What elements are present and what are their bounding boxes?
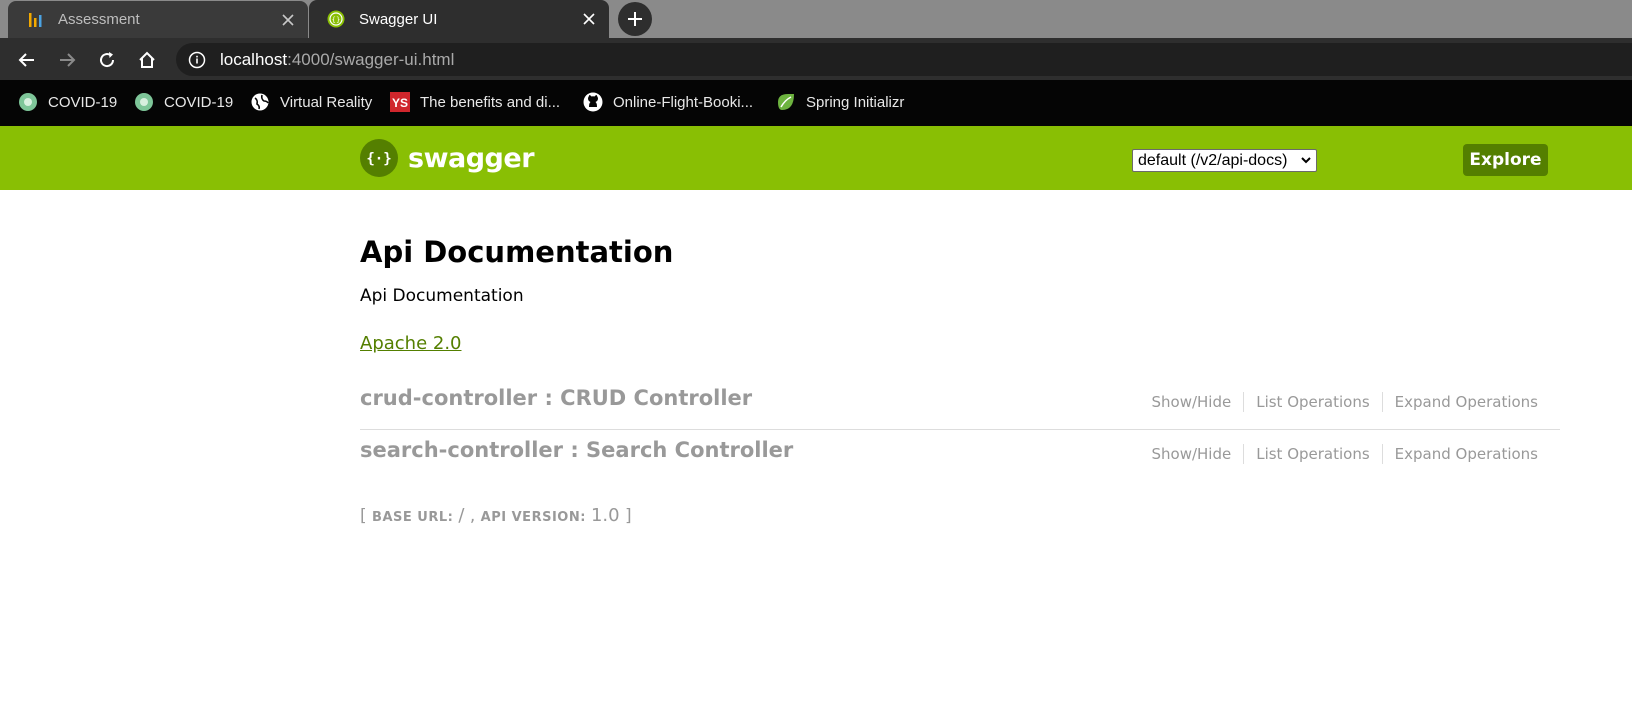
plus-icon [628, 12, 642, 26]
home-icon [139, 51, 155, 68]
spec-select-value: default (/v2/api-docs) [1138, 151, 1288, 169]
bookmark-spring-initializr[interactable]: Spring Initializr [776, 91, 904, 113]
assessment-favicon-icon [26, 11, 44, 29]
globe-icon [250, 92, 270, 112]
chevron-down-icon [1301, 157, 1311, 164]
api-description: Api Documentation [360, 286, 524, 306]
license-link[interactable]: Apache 2.0 [360, 333, 462, 354]
base-url-label: BASE URL [372, 510, 448, 525]
expand-operations-link[interactable]: Expand Operations [1383, 445, 1550, 463]
bracket-close: ] [625, 506, 632, 526]
tab-strip: Assessment {} Swagger UI [0, 0, 1632, 38]
bookmark-label: The benefits and di... [420, 93, 561, 111]
show-hide-link[interactable]: Show/Hide [1139, 393, 1243, 411]
bookmark-label: Spring Initializr [806, 93, 905, 111]
bookmark-covid-19-2[interactable]: COVID-19 [134, 91, 233, 113]
tab-title: Assessment [58, 11, 140, 28]
spec-select[interactable]: default (/v2/api-docs) [1132, 149, 1317, 172]
resource-title[interactable]: search-controller : Search Controller [360, 438, 793, 462]
bookmarks-bar: COVID-19 COVID-19 Virtual Reality YS The… [0, 80, 1632, 126]
resource-operations: Show/Hide List Operations Expand Operati… [1139, 444, 1550, 464]
resource-search-controller: search-controller : Search Controller Sh… [360, 438, 1560, 478]
home-button[interactable] [134, 47, 160, 73]
spring-icon [776, 92, 796, 112]
base-url-value: / [458, 505, 465, 526]
reload-button[interactable] [94, 47, 120, 73]
github-icon [583, 92, 603, 112]
reload-icon [100, 52, 115, 68]
base-url-info: [ BASE URL: / , API VERSION: 1.0 ] [360, 505, 632, 526]
svg-text:{·}: {·} [366, 151, 391, 167]
forward-arrow-icon [60, 53, 76, 67]
tab-swagger-ui[interactable]: {} Swagger UI [309, 0, 609, 38]
site-info-icon[interactable] [188, 51, 206, 69]
resource-title[interactable]: crud-controller : CRUD Controller [360, 386, 752, 410]
forward-button[interactable] [54, 47, 80, 73]
address-bar[interactable]: localhost:4000/swagger-ui.html [176, 43, 1632, 76]
bookmark-benefits[interactable]: YS The benefits and di... [390, 91, 560, 113]
explore-button[interactable]: Explore [1463, 144, 1548, 176]
bookmark-label: COVID-19 [48, 93, 118, 111]
svg-text:{}: {} [332, 16, 341, 24]
bookmark-online-flight[interactable]: Online-Flight-Booki... [583, 91, 753, 113]
swagger-logo-text: swagger [408, 142, 535, 174]
list-operations-link[interactable]: List Operations [1244, 445, 1381, 463]
swagger-logo-icon: {·} [360, 139, 398, 177]
new-tab-button[interactable] [618, 2, 652, 36]
api-version-label: API VERSION [480, 510, 581, 525]
browser-toolbar: localhost:4000/swagger-ui.html [0, 38, 1632, 80]
resource-crud-controller: crud-controller : CRUD Controller Show/H… [360, 386, 1560, 430]
bookmark-covid-19-1[interactable]: COVID-19 [18, 91, 117, 113]
url-host: localhost [220, 49, 288, 69]
bookmark-label: COVID-19 [164, 93, 234, 111]
tab-title: Swagger UI [359, 10, 438, 28]
bookmark-virtual-reality[interactable]: Virtual Reality [250, 91, 372, 113]
bookmark-label: Virtual Reality [280, 93, 373, 111]
back-button[interactable] [14, 47, 40, 73]
swagger-favicon-icon: {} [327, 10, 345, 28]
show-hide-link[interactable]: Show/Hide [1139, 445, 1243, 463]
url-path: :4000/swagger-ui.html [287, 49, 455, 69]
address-url: localhost:4000/swagger-ui.html [220, 50, 454, 70]
api-version-value: 1.0 [590, 505, 620, 526]
bracket-open: [ [360, 506, 367, 526]
resource-operations: Show/Hide List Operations Expand Operati… [1139, 392, 1550, 412]
separator: , [469, 506, 476, 526]
back-arrow-icon [18, 53, 34, 67]
covid-icon [134, 92, 154, 112]
expand-operations-link[interactable]: Expand Operations [1383, 393, 1550, 411]
swagger-logo[interactable]: {·} swagger [360, 139, 535, 177]
bookmark-label: Online-Flight-Booki... [613, 93, 754, 111]
tab-assessment[interactable]: Assessment [8, 1, 308, 38]
page-title: Api Documentation [360, 235, 674, 269]
covid-icon [18, 92, 38, 112]
swagger-header: {·} swagger default (/v2/api-docs) Explo… [0, 126, 1632, 190]
svg-text:YS: YS [392, 96, 408, 110]
close-tab-icon[interactable] [581, 11, 597, 27]
close-tab-icon[interactable] [280, 12, 296, 28]
ys-icon: YS [390, 92, 410, 112]
list-operations-link[interactable]: List Operations [1244, 393, 1381, 411]
